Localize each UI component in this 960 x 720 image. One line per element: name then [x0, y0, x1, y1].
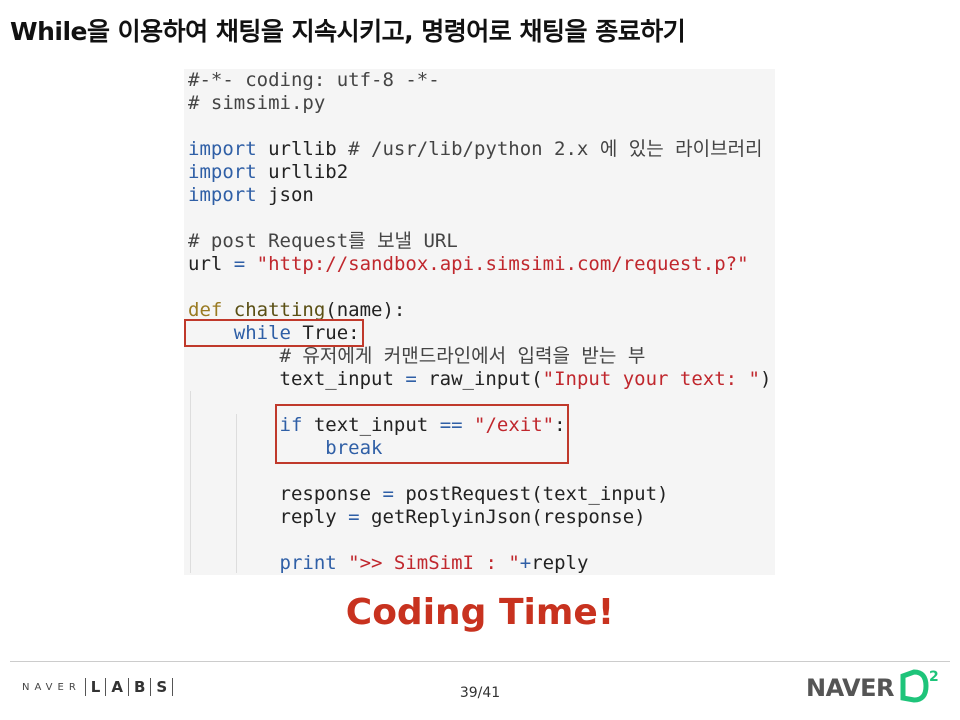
code-token: (name): — [325, 299, 406, 321]
code-token: print — [279, 552, 337, 574]
code-token: "http://sandbox.api.simsimi.com/request.… — [256, 253, 749, 275]
code-token: + — [519, 552, 532, 574]
coding-time-heading: Coding Time! — [345, 592, 615, 633]
code-token: def — [188, 299, 223, 321]
code-token: reply — [188, 506, 349, 528]
code-token: # post Request를 보낼 URL — [188, 230, 458, 252]
code-line: import urllib2 — [188, 161, 771, 184]
code-token: raw_input( — [416, 368, 543, 390]
code-token: = — [382, 483, 394, 505]
code-token: import — [188, 161, 257, 183]
code-token: = — [348, 506, 360, 528]
code-line: print ">> SimSimI : "+reply — [188, 552, 771, 575]
code-token: #-*- coding: utf-8 -*- — [188, 69, 440, 91]
code-line: # 유저에게 커맨드라인에서 입력을 받는 부 — [188, 345, 771, 368]
while-highlight-box — [184, 319, 364, 347]
code-token: ">> SimSimI : " — [348, 552, 520, 574]
naver-d2-logo: NAVER 2 — [806, 668, 940, 704]
code-line: import urllib # /usr/lib/python 2.x 에 있는… — [188, 138, 771, 161]
code-token: = — [405, 368, 417, 390]
code-line: response = postRequest(text_input) — [188, 483, 771, 506]
code-token: ) — [759, 368, 772, 390]
slide-title: While을 이용하여 채팅을 지속시키고, 명령어로 채팅을 종료하기 — [10, 17, 686, 46]
code-token: urllib — [256, 138, 349, 160]
code-token: url — [188, 253, 234, 275]
code-token: postRequest(text_input) — [393, 483, 669, 505]
d2-logo-icon: 2 — [900, 669, 939, 703]
code-token: chatting — [233, 299, 326, 321]
naver-wordmark: NAVER — [806, 674, 894, 702]
code-token: "Input your text: " — [542, 368, 760, 390]
code-token: import — [188, 184, 257, 206]
code-token: # 유저에게 커맨드라인에서 입력을 받는 부 — [279, 345, 646, 367]
code-token: import — [188, 138, 257, 160]
exit-highlight-box — [275, 404, 569, 464]
code-token: urllib2 — [256, 161, 349, 183]
code-line: # simsimi.py — [188, 92, 771, 115]
svg-text:2: 2 — [929, 669, 939, 685]
code-token: getReplyinJson(response) — [359, 506, 646, 528]
code-token: json — [256, 184, 314, 206]
code-block: #-*- coding: utf-8 -*- # simsimi.py import… — [184, 69, 775, 575]
code-line: url = "http://sandbox.api.simsimi.com/re… — [188, 253, 771, 276]
footer-divider — [10, 661, 950, 662]
code-token: # /usr/lib/python 2.x 에 있는 라이브러리 — [348, 138, 763, 160]
code-line: text_input = raw_input("Input your text:… — [188, 368, 772, 391]
code-line: #-*- coding: utf-8 -*- — [188, 69, 771, 92]
code-token: # simsimi.py — [188, 92, 326, 114]
code-line: # post Request를 보낼 URL — [188, 230, 771, 253]
code-token: reply — [531, 552, 589, 574]
code-line: reply = getReplyinJson(response) — [188, 506, 771, 529]
code-token: response — [188, 483, 383, 505]
code-line: import json — [188, 184, 771, 207]
code-token: = — [233, 253, 246, 275]
code-token: text_input — [188, 368, 406, 390]
